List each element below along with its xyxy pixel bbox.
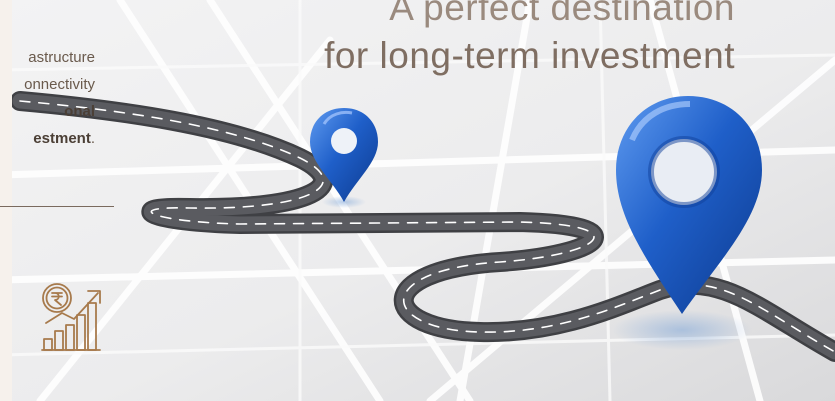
headline-line-2: for long-term investment	[324, 35, 735, 76]
feature-line-bold-2: estment.	[33, 130, 95, 147]
left-panel	[0, 0, 12, 401]
hero-section: astructure onnectivity onal estment. A p…	[0, 0, 835, 401]
rupee-growth-chart-icon	[41, 283, 101, 351]
feature-line-infrastructure: astructure	[28, 49, 95, 66]
divider-line	[0, 206, 114, 207]
feature-line-connectivity: onnectivity	[24, 76, 95, 93]
feature-line-bold-1: onal	[64, 103, 95, 120]
hero-headline: A perfect destination for long-term inve…	[324, 0, 735, 80]
headline-line-1: A perfect destination	[389, 0, 735, 28]
